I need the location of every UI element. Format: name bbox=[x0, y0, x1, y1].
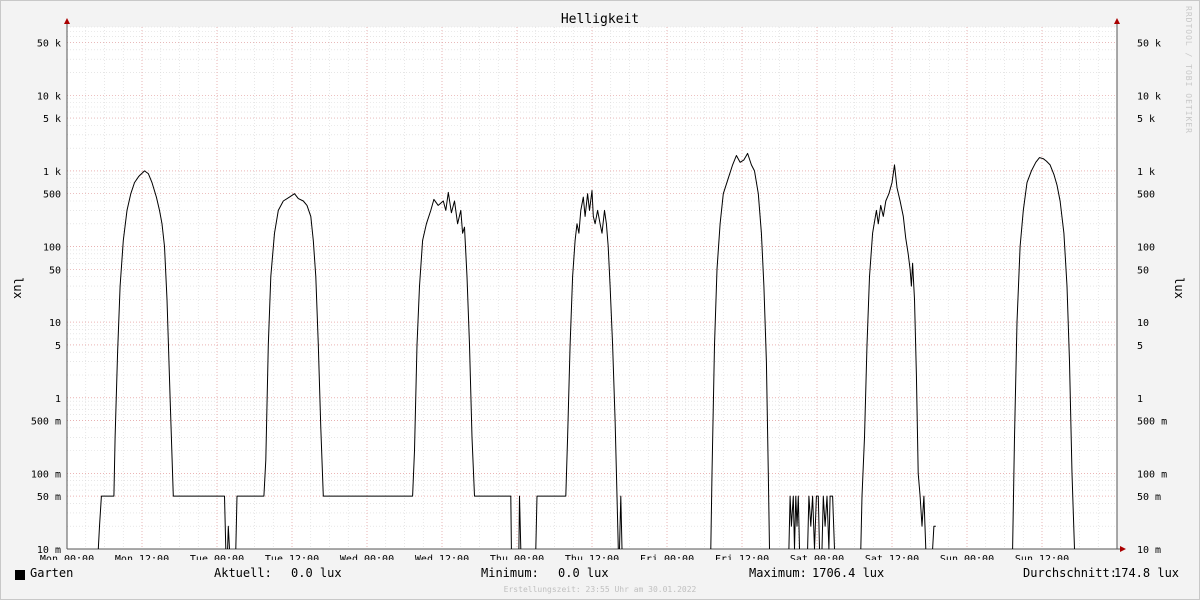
brightness-chart: 10 m 10 m50 m 50 m100 m 100 m500 m 500 m1 15 5… bbox=[11, 12, 1186, 560]
y-tick-label-right: 10 k bbox=[1137, 91, 1161, 102]
x-tick-label: Tue 00:00 bbox=[190, 554, 244, 560]
legend-min-label: Minimum: bbox=[481, 566, 539, 580]
y-axis-label-right: lux bbox=[1172, 277, 1186, 299]
y-tick-label-left: 50 bbox=[49, 265, 61, 276]
legend-min-value: 0.0 lux bbox=[558, 566, 609, 580]
legend-series-name: Garten bbox=[30, 566, 74, 580]
y-tick-label-right: 50 k bbox=[1137, 38, 1161, 49]
y-axis-label-left: lux bbox=[11, 277, 25, 299]
x-tick-label: Wed 00:00 bbox=[340, 554, 394, 560]
x-tick-label: Sat 00:00 bbox=[790, 554, 844, 560]
x-tick-label: Thu 12:00 bbox=[565, 554, 619, 560]
legend-current-value: 0.0 lux bbox=[291, 566, 342, 580]
creation-time-footer: Erstellungszeit: 23:55 Uhr am 30.01.2022 bbox=[503, 585, 697, 594]
y-tick-label-right: 10 m bbox=[1137, 545, 1161, 556]
y-axis-arrow-left bbox=[64, 18, 70, 24]
legend-swatch bbox=[15, 570, 25, 580]
chart-title: Helligkeit bbox=[561, 12, 639, 27]
legend-avg-label: Durchschnitt: bbox=[1023, 566, 1117, 580]
y-tick-label-right: 100 bbox=[1137, 243, 1155, 254]
x-tick-label: Tue 12:00 bbox=[265, 554, 319, 560]
x-tick-label: Sun 12:00 bbox=[1015, 554, 1069, 560]
y-tick-label-left: 500 m bbox=[31, 417, 61, 428]
x-tick-label: Mon 12:00 bbox=[115, 554, 169, 560]
y-tick-label-right: 10 bbox=[1137, 318, 1149, 329]
y-tick-label-left: 100 bbox=[43, 243, 61, 254]
y-tick-label-right: 500 m bbox=[1137, 417, 1167, 428]
y-tick-label-right: 50 m bbox=[1137, 492, 1161, 503]
y-tick-label-right: 500 bbox=[1137, 190, 1155, 201]
y-tick-label-left: 5 bbox=[55, 341, 61, 352]
y-tick-label-left: 50 k bbox=[37, 38, 61, 49]
legend-max-value: 1706.4 lux bbox=[812, 566, 885, 580]
y-tick-label-left: 1 k bbox=[43, 167, 61, 178]
y-tick-label-right: 1 bbox=[1137, 394, 1143, 405]
y-tick-label-right: 100 m bbox=[1137, 469, 1167, 480]
x-axis-arrow bbox=[1120, 546, 1126, 552]
legend-avg-value: 174.8 lux bbox=[1114, 566, 1180, 580]
x-tick-label: Fri 12:00 bbox=[715, 554, 769, 560]
x-tick-label: Thu 00:00 bbox=[490, 554, 544, 560]
y-tick-label-left: 10 bbox=[49, 318, 61, 329]
x-tick-label: Mon 00:00 bbox=[40, 554, 94, 560]
x-tick-label: Sun 00:00 bbox=[940, 554, 994, 560]
legend-max-label: Maximum: bbox=[749, 566, 807, 580]
y-tick-label-right: 50 bbox=[1137, 265, 1149, 276]
y-tick-label-left: 10 k bbox=[37, 91, 61, 102]
y-tick-label-left: 100 m bbox=[31, 469, 61, 480]
y-tick-label-left: 500 bbox=[43, 190, 61, 201]
x-tick-label: Wed 12:00 bbox=[415, 554, 469, 560]
x-tick-label: Fri 00:00 bbox=[640, 554, 694, 560]
y-tick-label-left: 50 m bbox=[37, 492, 61, 503]
y-axis-arrow-right bbox=[1114, 18, 1120, 24]
legend-current-label: Aktuell: bbox=[214, 566, 272, 580]
y-tick-label-right: 1 k bbox=[1137, 167, 1155, 178]
y-tick-label-right: 5 k bbox=[1137, 114, 1155, 125]
y-tick-label-left: 1 bbox=[55, 394, 61, 405]
y-tick-label-left: 5 k bbox=[43, 114, 61, 125]
rrdtool-watermark: RRDTOOL / TOBI OETIKER bbox=[1184, 6, 1193, 134]
x-tick-label: Sat 12:00 bbox=[865, 554, 919, 560]
y-tick-label-right: 5 bbox=[1137, 341, 1143, 352]
